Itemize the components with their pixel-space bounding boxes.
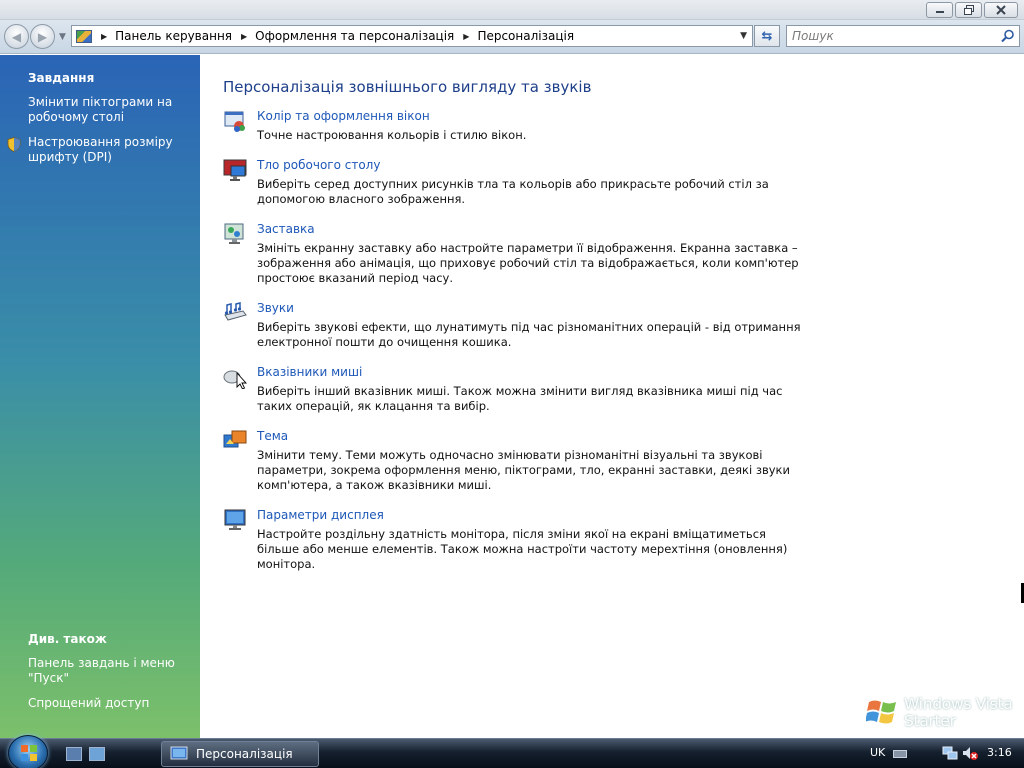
taskbar-window-personalization[interactable]: Персоналізація: [161, 741, 319, 767]
logo-line-2: Starter: [904, 712, 956, 730]
display-settings-link[interactable]: Параметри дисплея: [257, 508, 384, 522]
close-icon: [996, 5, 1006, 15]
minimize-button[interactable]: [926, 2, 953, 18]
control-panel-icon: [76, 29, 92, 43]
search-input[interactable]: [787, 26, 987, 46]
recent-pages-dropdown[interactable]: ▼: [59, 32, 66, 42]
refresh-icon: ⇆: [761, 28, 773, 44]
navigation-bar: ◀ ▶ ▼ ▶ Панель керування ▶ Оформлення та…: [0, 20, 1024, 54]
shield-icon: [7, 137, 21, 152]
taskbar-start-menu-link[interactable]: Панель завдань і меню "Пуск": [28, 656, 193, 686]
address-bar[interactable]: ▶ Панель керування ▶ Оформлення та персо…: [71, 25, 753, 47]
restore-button[interactable]: [955, 2, 982, 18]
breadcrumb-appearance[interactable]: Оформлення та персоналізація: [255, 29, 454, 43]
breadcrumb-control-panel[interactable]: Панель керування: [115, 29, 232, 43]
volume-muted-icon[interactable]: [962, 745, 978, 761]
control-panel-icon: [170, 746, 188, 760]
mouse-pointer-icon: [223, 370, 247, 389]
item-description: Точне настроювання кольорів і стилю віко…: [257, 128, 527, 142]
title-bar: [0, 0, 1024, 20]
breadcrumb-personalization[interactable]: Персоналізація: [477, 29, 574, 43]
sounds-icon: [224, 302, 247, 321]
logo-text: Windows Vista Starter: [904, 695, 1013, 730]
theme-link[interactable]: Тема: [257, 429, 288, 443]
close-button[interactable]: [984, 2, 1018, 18]
item-description: Виберіть серед доступних рисунків тла та…: [257, 177, 769, 206]
forward-arrow-icon: ▶: [37, 29, 48, 44]
forward-button[interactable]: ▶: [30, 24, 55, 49]
main-content: Персоналізація зовнішнього вигляду та зв…: [200, 55, 1024, 738]
taskbar-window-title: Персоналізація: [196, 747, 293, 761]
change-desktop-icons-link[interactable]: Змінити піктограми на робочому столі: [28, 95, 193, 125]
desktop-background-icon: [223, 159, 247, 181]
breadcrumb-separator[interactable]: ▶: [463, 32, 469, 41]
page-title: Персоналізація зовнішнього вигляду та зв…: [223, 78, 592, 96]
windows-flag-icon: [866, 700, 896, 724]
sounds-link[interactable]: Звуки: [257, 301, 294, 315]
item-description: Змініть екранну заставку або настройте п…: [257, 241, 799, 285]
windows-vista-starter-logo: Windows Vista Starter: [866, 694, 1016, 734]
keyboard-icon[interactable]: [893, 750, 907, 758]
tasks-heading: Завдання: [28, 71, 95, 85]
back-arrow-icon: ◀: [11, 29, 22, 44]
start-button[interactable]: [8, 735, 48, 768]
minimize-icon: [935, 11, 944, 13]
display-settings-icon: [224, 509, 246, 530]
language-indicator[interactable]: UK: [870, 746, 885, 759]
ease-of-access-link[interactable]: Спрощений доступ: [28, 696, 193, 711]
back-button[interactable]: ◀: [4, 24, 29, 49]
item-description: Настройте роздільну здатність монітора, …: [257, 527, 788, 571]
screensaver-link[interactable]: Заставка: [257, 222, 315, 236]
search-icon[interactable]: [1001, 29, 1015, 43]
adjust-font-size-dpi-link[interactable]: Настроювання розміру шрифту (DPI): [28, 135, 193, 165]
network-icon[interactable]: [942, 745, 958, 761]
address-dropdown-icon[interactable]: ▼: [740, 31, 747, 41]
search-box[interactable]: [786, 25, 1020, 47]
desktop-background-link[interactable]: Тло робочого столу: [257, 158, 380, 172]
task-pane: Завдання Змінити піктограми на робочому …: [0, 55, 200, 738]
breadcrumb-separator[interactable]: ▶: [101, 32, 107, 41]
show-desktop-button[interactable]: [66, 747, 82, 761]
window-color-icon: [224, 111, 245, 132]
item-description: Змінити тему. Теми можуть одночасно змін…: [257, 448, 790, 492]
taskbar: Персоналізація UK 3:16: [0, 735, 1024, 768]
refresh-button[interactable]: ⇆: [754, 25, 780, 47]
switch-windows-button[interactable]: [89, 747, 105, 761]
screensaver-icon: [224, 223, 244, 244]
windows-orb-icon: [21, 745, 37, 761]
clock[interactable]: 3:16: [987, 746, 1012, 759]
window-controls: [926, 2, 1018, 18]
see-also-heading: Див. також: [28, 632, 107, 646]
mouse-pointers-link[interactable]: Вказівники миші: [257, 365, 362, 379]
theme-icon: [223, 430, 247, 448]
item-description: Виберіть звукові ефекти, що лунатимуть п…: [257, 320, 801, 349]
breadcrumb-separator[interactable]: ▶: [241, 32, 247, 41]
window-color-link[interactable]: Колір та оформлення вікон: [257, 109, 430, 123]
logo-line-1: Windows Vista: [904, 695, 1013, 713]
restore-icon: [963, 5, 974, 15]
item-description: Виберіть інший вказівник миші. Також мож…: [257, 384, 783, 413]
